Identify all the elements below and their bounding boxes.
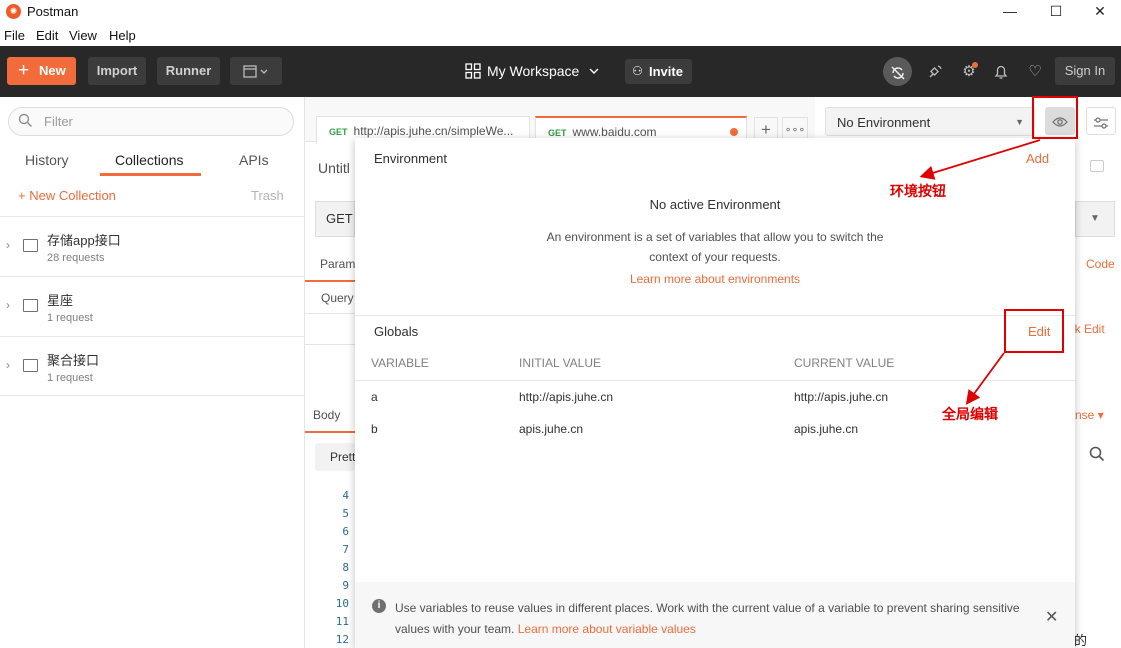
annotation-env-button: 环境按钮 — [890, 183, 946, 199]
annotation-global-edit: 全局编辑 — [942, 406, 998, 422]
annotation-arrows — [919, 139, 1041, 405]
